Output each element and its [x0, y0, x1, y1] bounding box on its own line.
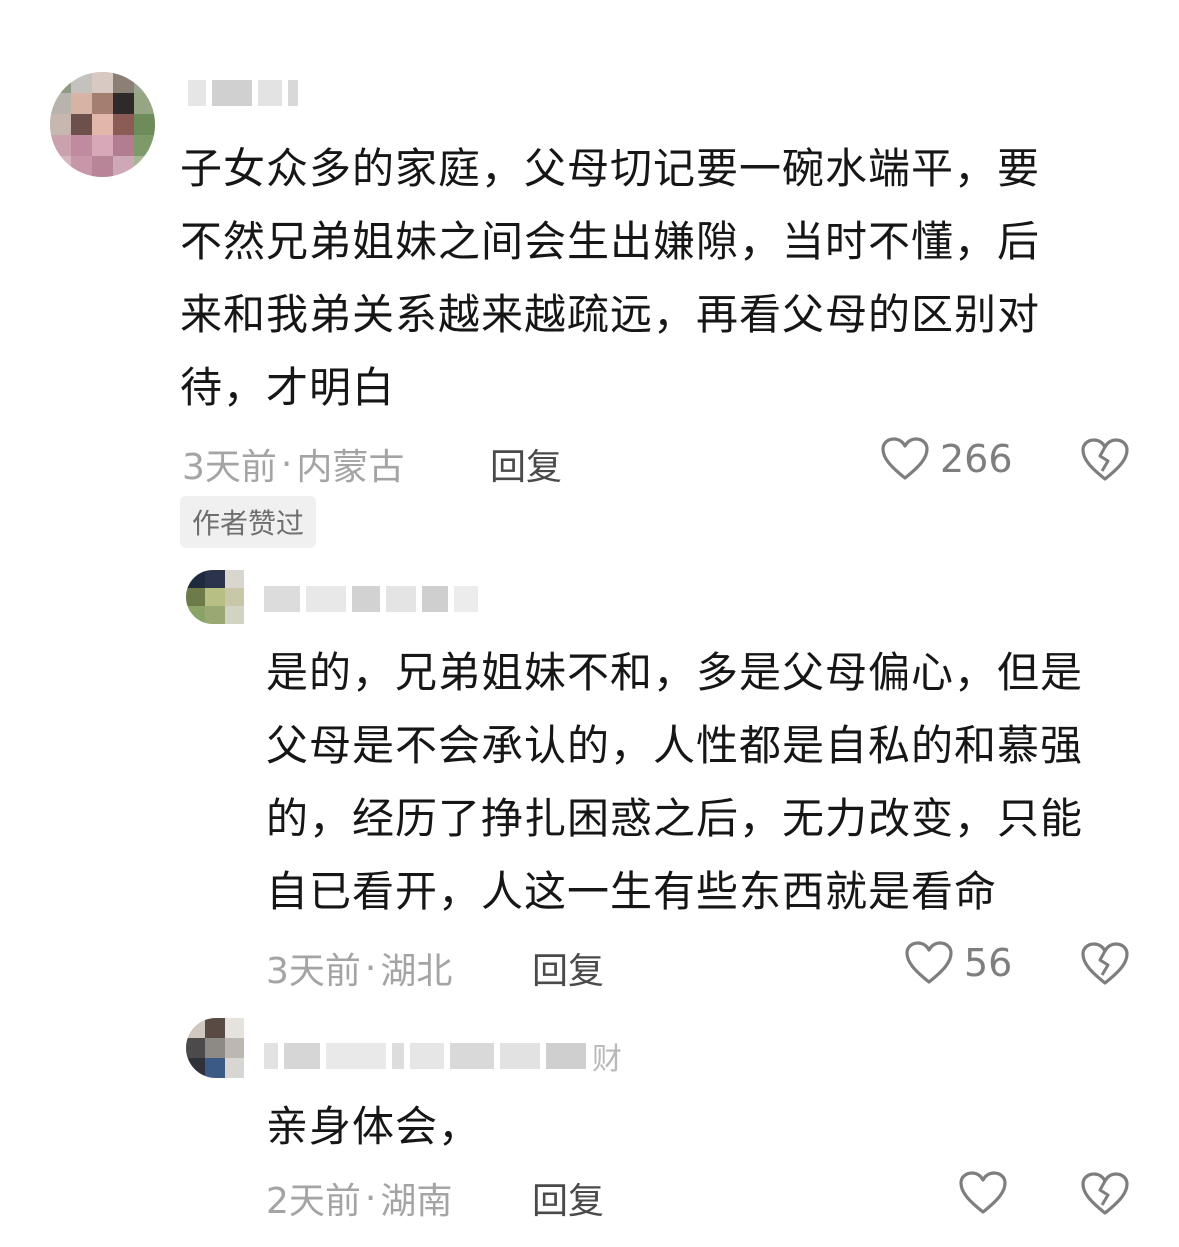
username-visible-fragment: 财 [592, 1042, 622, 1077]
comment-text: 子女众多的家庭，父母切记要一碗水端平，要 不然兄弟姐妹之间会生出嫌隙，当时不懂，… [180, 132, 1120, 424]
reply-button[interactable]: 回复 [532, 942, 604, 994]
author-liked-badge: 作者赞过 [180, 496, 317, 548]
timestamp: 3天前 [182, 447, 277, 488]
timestamp: 2天前 [266, 1181, 361, 1222]
reply-button[interactable]: 回复 [532, 1172, 604, 1224]
username-redacted[interactable] [264, 586, 478, 612]
comment-line: 子女众多的家庭，父母切记要一碗水端平，要 [180, 144, 1041, 193]
meta-separator: · [364, 947, 377, 989]
heart-outline-icon [881, 437, 929, 480]
like-button[interactable]: 56 [904, 940, 1012, 986]
comment-line: 的，经历了挣扎困惑之后，无力改变，只能 [266, 794, 1084, 843]
meta-separator: · [280, 443, 293, 485]
heart-outline-icon [959, 1171, 1007, 1214]
avatar[interactable] [50, 72, 155, 177]
comment-line: 亲身体会， [266, 1102, 482, 1151]
comment-line: 来和我弟关系越来越疏远，再看父母的区别对 [180, 290, 1041, 339]
broken-heart-icon[interactable] [1080, 941, 1130, 987]
location: 湖南 [380, 1181, 453, 1222]
broken-heart-icon[interactable] [1080, 437, 1130, 483]
comment-meta: 3天前 · 内蒙古 [182, 438, 404, 490]
like-button[interactable]: 266 [880, 436, 1013, 482]
like-count: 56 [964, 941, 1013, 985]
like-button[interactable] [958, 1170, 1018, 1216]
avatar[interactable] [186, 1018, 244, 1078]
avatar[interactable] [186, 570, 244, 624]
comment-line: 自已看开，人这一生有些东西就是看命 [266, 867, 998, 916]
heart-outline-icon [905, 941, 953, 984]
like-count: 266 [940, 437, 1013, 481]
location: 内蒙古 [296, 447, 405, 488]
username-redacted[interactable]: 财 [264, 1034, 622, 1078]
location: 湖北 [380, 951, 453, 992]
comment-line: 不然兄弟姐妹之间会生出嫌隙，当时不懂，后 [180, 217, 1041, 266]
comment-text: 亲身体会， [266, 1090, 1136, 1163]
comment-meta: 3天前 · 湖北 [266, 942, 452, 994]
comment-line: 待，才明白 [180, 363, 396, 412]
broken-heart-icon[interactable] [1080, 1171, 1130, 1217]
comment-line: 父母是不会承认的，人性都是自私的和慕强 [266, 721, 1084, 770]
username-redacted[interactable] [188, 80, 298, 106]
timestamp: 3天前 [266, 951, 361, 992]
comment-line: 是的，兄弟姐妹不和，多是父母偏心，但是 [266, 648, 1084, 697]
meta-separator: · [364, 1177, 377, 1219]
reply-button[interactable]: 回复 [490, 438, 562, 490]
comment-text: 是的，兄弟姐妹不和，多是父母偏心，但是 父母是不会承认的，人性都是自私的和慕强 … [266, 636, 1136, 928]
comment-meta: 2天前 · 湖南 [266, 1172, 452, 1224]
